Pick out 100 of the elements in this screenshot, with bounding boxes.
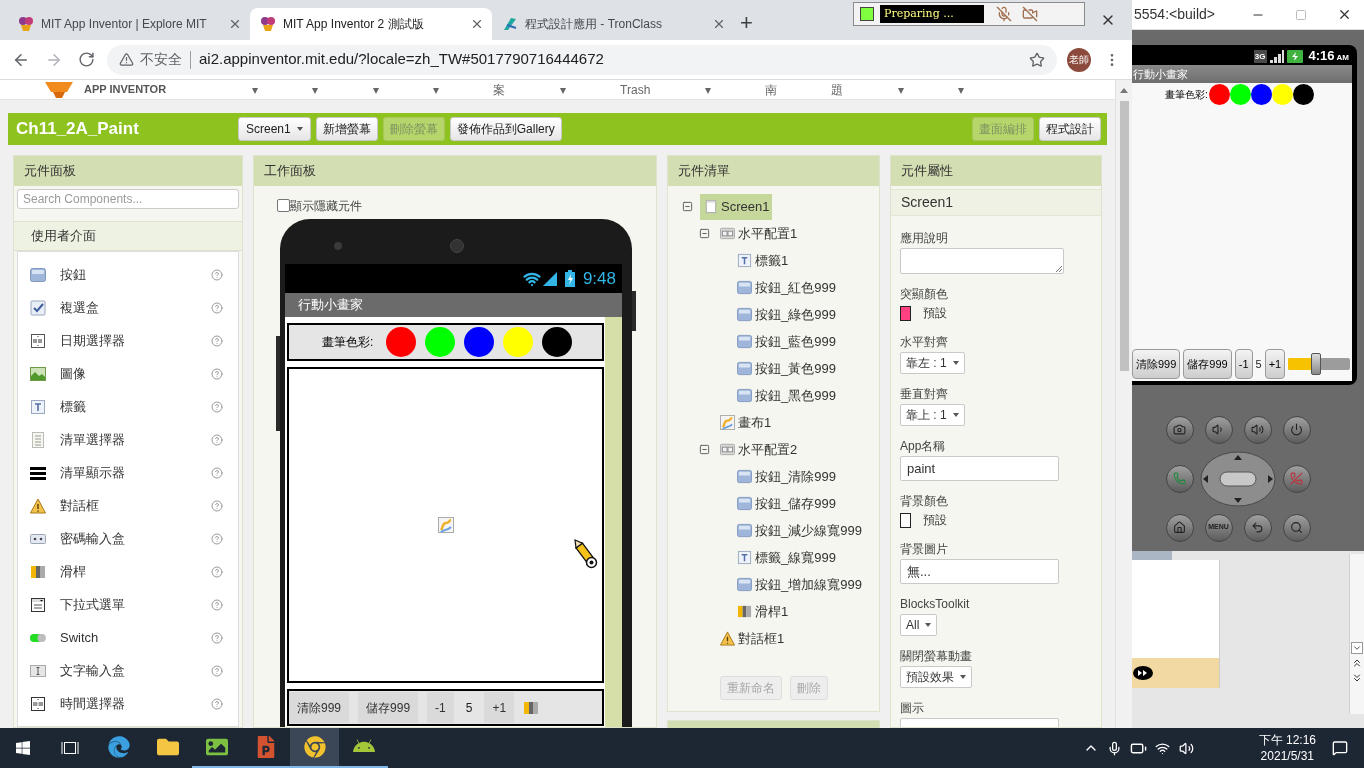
nav-item[interactable]: 南: [765, 80, 777, 99]
collapse-icon[interactable]: [698, 228, 710, 239]
tree-item[interactable]: 水平配置1: [717, 220, 801, 247]
close-icon[interactable]: [1337, 7, 1352, 22]
palette-item[interactable]: 對話框: [18, 489, 238, 522]
color-swatch[interactable]: [900, 512, 911, 528]
microphone-off-icon[interactable]: [996, 6, 1012, 22]
app-button[interactable]: 儲存999: [358, 692, 419, 723]
wifi-icon[interactable]: [1155, 740, 1171, 756]
scroll-up-arrow-icon[interactable]: [1120, 88, 1128, 93]
profile-avatar[interactable]: 老師: [1067, 47, 1091, 72]
microphone-icon[interactable]: [1107, 740, 1123, 756]
nav-item[interactable]: Trash: [620, 80, 651, 99]
checkbox-label[interactable]: 顯示隱藏元件: [290, 196, 362, 215]
tree-item[interactable]: Screen1: [700, 193, 773, 220]
nav-item[interactable]: 案: [493, 80, 506, 99]
nav-item[interactable]: 題: [831, 80, 844, 99]
color-button[interactable]: [464, 327, 495, 357]
tree-item[interactable]: 對話框1: [717, 625, 788, 652]
palette-item[interactable]: 下拉式選單: [18, 588, 238, 621]
security-indicator[interactable]: 不安全: [119, 49, 182, 70]
app-button[interactable]: 清除999: [289, 692, 350, 723]
volume-down-button[interactable]: [1204, 415, 1233, 444]
directional-pad[interactable]: [1200, 450, 1276, 507]
call-button[interactable]: [1165, 464, 1194, 493]
palette-item[interactable]: 時間選擇器: [18, 687, 238, 720]
category-header[interactable]: 使用者介面: [14, 221, 242, 251]
color-value[interactable]: 預設: [923, 511, 947, 529]
text-field[interactable]: 無...: [900, 559, 1059, 584]
dropdown[interactable]: 預設效果: [900, 666, 972, 688]
new-tab-button[interactable]: +: [740, 12, 753, 34]
palette-item[interactable]: 標籤: [18, 390, 238, 423]
app-button[interactable]: 儲存999: [1183, 349, 1232, 379]
home-button[interactable]: [1165, 513, 1194, 542]
address-bar[interactable]: 不安全 ai2.appinventor.mit.edu/?locale=zh_TW#5017790716444672: [107, 44, 1057, 75]
camera-button[interactable]: [1165, 415, 1194, 444]
notification-icon[interactable]: [1332, 740, 1348, 756]
palette-item[interactable]: 文字輸入盒: [18, 654, 238, 687]
palette-item[interactable]: 清單顯示器: [18, 456, 238, 489]
tree-item[interactable]: 標籤1: [734, 247, 792, 274]
collapse-icon[interactable]: [698, 444, 710, 455]
app-button[interactable]: -1: [427, 692, 454, 723]
color-swatch[interactable]: [900, 305, 911, 321]
page-down-icon[interactable]: [1351, 672, 1363, 684]
nav-item[interactable]: ▾: [897, 80, 904, 99]
color-button[interactable]: [1250, 83, 1272, 105]
close-icon[interactable]: [470, 17, 484, 31]
back-button[interactable]: [1243, 513, 1272, 542]
tree-item[interactable]: 滑桿1: [734, 598, 792, 625]
tree-item[interactable]: 按鈕_儲存999: [734, 490, 839, 517]
color-button[interactable]: [1292, 83, 1314, 105]
screen-dropdown[interactable]: Screen1: [238, 117, 311, 141]
checkbox[interactable]: [277, 199, 290, 212]
color-button[interactable]: [503, 327, 534, 357]
browser-tab[interactable]: MIT App Inventor 2 測試版: [250, 8, 492, 40]
color-button[interactable]: [1271, 83, 1293, 105]
dropdown[interactable]: 靠左 : 1: [900, 352, 965, 374]
tree-item[interactable]: 按鈕_黑色999: [734, 382, 839, 409]
reload-icon[interactable]: [78, 51, 95, 68]
palette-item[interactable]: 密碼輸入盒: [18, 522, 238, 555]
nav-item[interactable]: ▾: [559, 80, 566, 99]
text-field[interactable]: paint: [900, 456, 1059, 481]
tree-item[interactable]: 按鈕_藍色999: [734, 328, 839, 355]
palette-item[interactable]: 日期選擇器: [18, 324, 238, 357]
toolbar-button[interactable]: 發佈作品到Gallery: [449, 117, 562, 141]
app-logo-icon[interactable]: [45, 81, 73, 98]
nav-item[interactable]: ▾: [312, 80, 319, 99]
power-button[interactable]: [1282, 415, 1311, 444]
dropdown[interactable]: 靠上 : 1: [900, 404, 965, 426]
tree-item[interactable]: 按鈕_黃色999: [734, 355, 839, 382]
color-button[interactable]: [386, 327, 417, 357]
tree-item[interactable]: 按鈕_減少線寬999: [734, 517, 865, 544]
taskbar-button[interactable]: [290, 728, 339, 768]
color-button[interactable]: [425, 327, 456, 357]
taskbar-time[interactable]: 下午 12:16: [1258, 732, 1316, 748]
tree-item[interactable]: 按鈕_清除999: [734, 463, 839, 490]
palette-item[interactable]: 按鈕: [18, 258, 238, 291]
tree-item[interactable]: 畫布1: [717, 409, 775, 436]
tree-item[interactable]: 按鈕_紅色999: [734, 274, 839, 301]
start-icon[interactable]: [15, 740, 31, 756]
bookmark-star-icon[interactable]: [1029, 51, 1045, 68]
app-button[interactable]: +1: [1264, 349, 1286, 379]
color-button[interactable]: [1208, 83, 1230, 105]
camera-off-icon[interactable]: [1022, 6, 1038, 22]
scroll-down-icon[interactable]: [1351, 642, 1363, 654]
toolbar-button[interactable]: 新增螢幕: [315, 117, 378, 141]
textarea-field[interactable]: [900, 248, 1064, 274]
volume-up-button[interactable]: [1243, 415, 1272, 444]
palette-item[interactable]: 圖像: [18, 357, 238, 390]
nav-item[interactable]: ▾: [704, 80, 711, 99]
taskbar-date[interactable]: 2021/5/31: [1260, 748, 1314, 764]
color-value[interactable]: 預設: [923, 304, 947, 322]
nav-item[interactable]: ▾: [957, 80, 964, 99]
palette-item[interactable]: 滑桿: [18, 555, 238, 588]
tree-item[interactable]: 按鈕_綠色999: [734, 301, 839, 328]
palette-item[interactable]: 複選盒: [18, 291, 238, 324]
tree-item[interactable]: 按鈕_增加線寬999: [734, 571, 865, 598]
page-up-icon[interactable]: [1351, 657, 1363, 669]
tree-item[interactable]: 水平配置2: [717, 436, 801, 463]
view-tab[interactable]: 程式設計: [1039, 117, 1101, 141]
